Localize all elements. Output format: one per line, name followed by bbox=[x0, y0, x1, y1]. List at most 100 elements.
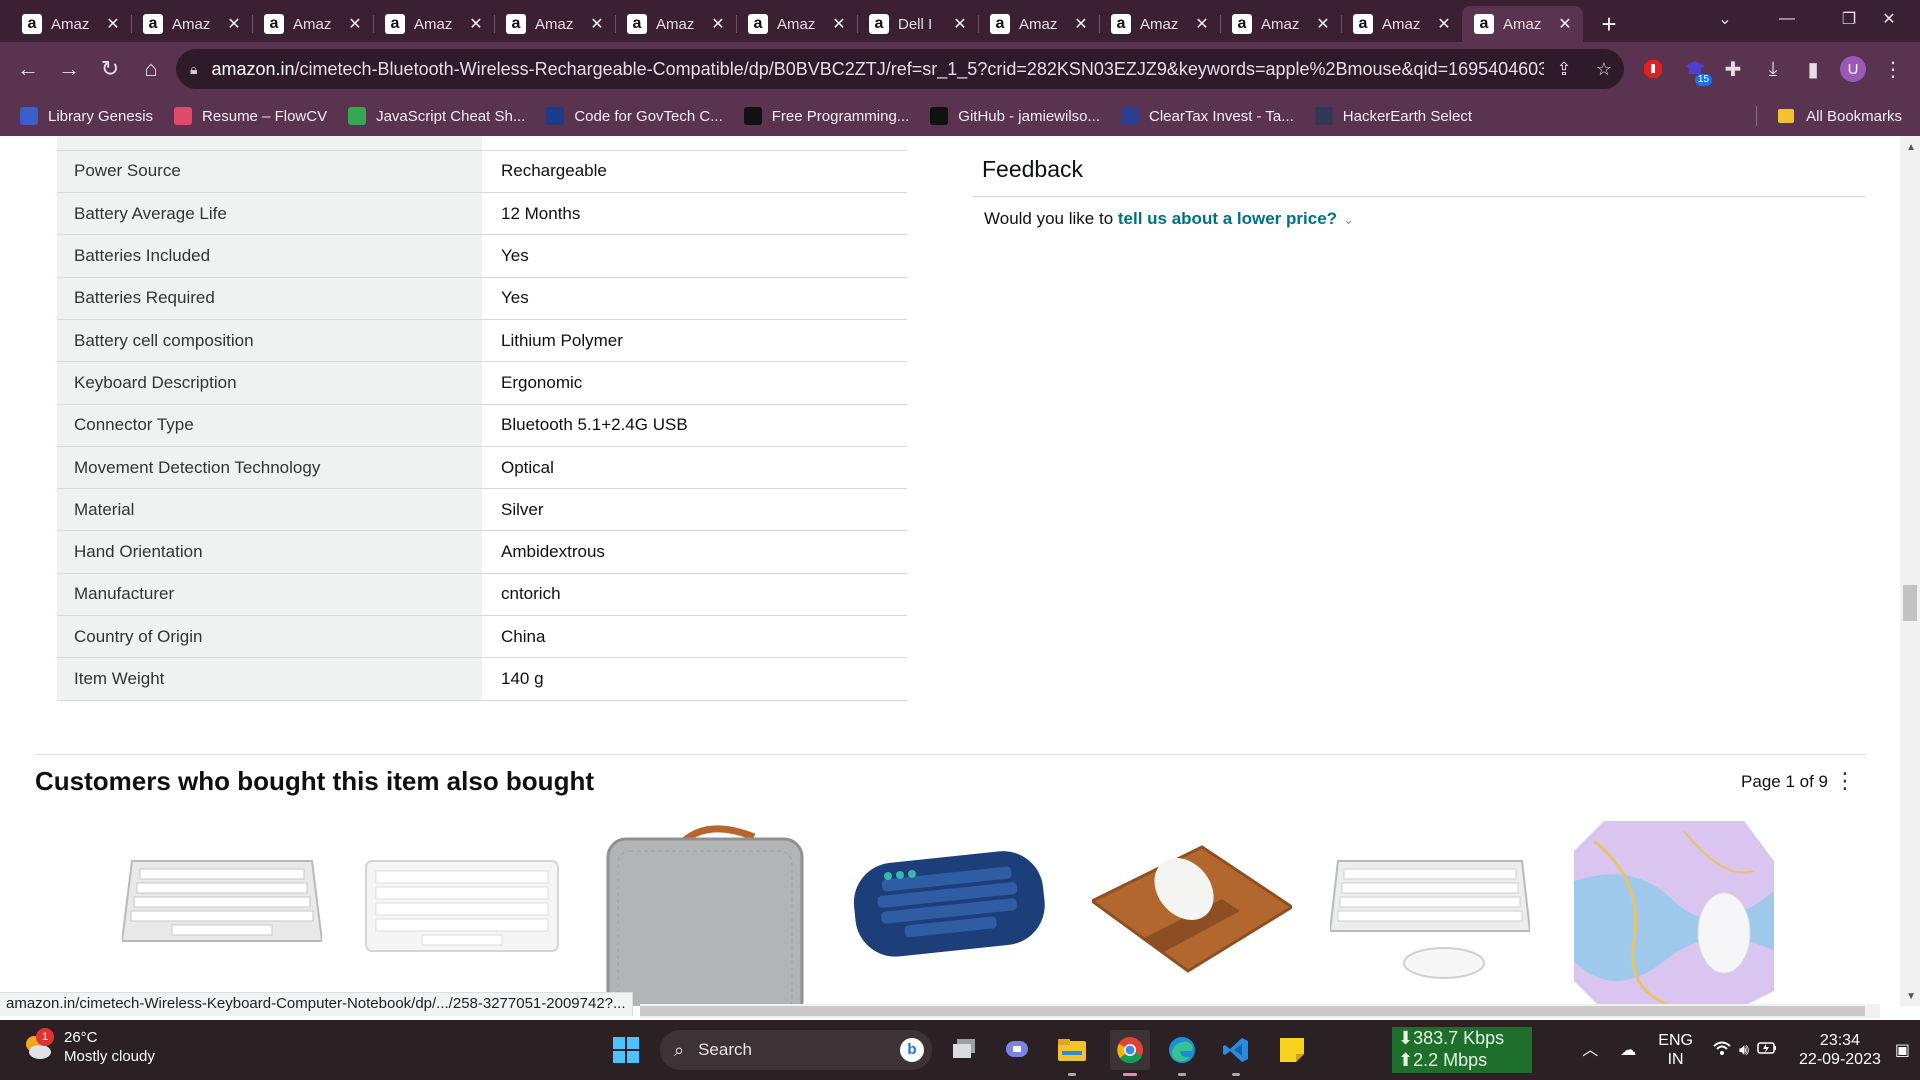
close-tab-icon[interactable]: ✕ bbox=[105, 14, 121, 34]
volume-icon[interactable]: 🔊︎ bbox=[1739, 1041, 1749, 1060]
bookmark-item[interactable]: Resume – FlowCV bbox=[174, 107, 327, 125]
lower-price-link[interactable]: tell us about a lower price? bbox=[1118, 209, 1337, 228]
bookmark-item[interactable]: ClearTax Invest - Ta... bbox=[1121, 107, 1294, 125]
bing-icon[interactable]: b bbox=[900, 1038, 924, 1062]
browser-tab[interactable]: a Amaz ✕ bbox=[1220, 6, 1341, 42]
white-keyboard-product-image[interactable] bbox=[362, 821, 562, 1006]
file-explorer-icon[interactable] bbox=[1056, 1034, 1088, 1076]
browser-tab[interactable]: a Amaz ✕ bbox=[252, 6, 373, 42]
url-text: amazon.in/cimetech-Bluetooth-Wireless-Re… bbox=[211, 58, 1544, 79]
notifications-icon[interactable]: ▣ bbox=[1895, 1041, 1910, 1060]
close-tab-icon[interactable]: ✕ bbox=[710, 14, 726, 34]
graduation-cap-extension-icon[interactable]: 15 bbox=[1678, 52, 1712, 86]
weather-widget[interactable]: 1 26°C Mostly cloudy bbox=[22, 1028, 155, 1066]
close-tab-icon[interactable]: ✕ bbox=[1557, 14, 1573, 34]
weather-alert-badge: 1 bbox=[36, 1028, 54, 1046]
chevron-down-icon[interactable]: ⌄ bbox=[1343, 212, 1354, 227]
bookmark-item[interactable]: Code for GovTech C... bbox=[546, 107, 723, 125]
close-tab-icon[interactable]: ✕ bbox=[1436, 14, 1452, 34]
browser-tab[interactable]: a Amaz ✕ bbox=[736, 6, 857, 42]
browser-tab[interactable]: a Amaz ✕ bbox=[373, 6, 494, 42]
close-tab-icon[interactable]: ✕ bbox=[589, 14, 605, 34]
close-tab-icon[interactable]: ✕ bbox=[952, 14, 968, 34]
browser-tab[interactable]: a Amaz ✕ bbox=[10, 6, 131, 42]
edge-icon[interactable] bbox=[1166, 1034, 1198, 1076]
bookmark-item[interactable]: GitHub - jamiewilso... bbox=[930, 107, 1100, 125]
scroll-up-arrow-icon[interactable]: ▲ bbox=[1906, 142, 1916, 153]
amazon-favicon-icon: a bbox=[22, 14, 42, 34]
teams-chat-icon[interactable] bbox=[1002, 1034, 1034, 1066]
vertical-scrollbar[interactable]: ▲ ▼ bbox=[1900, 136, 1920, 1006]
close-tab-icon[interactable]: ✕ bbox=[1194, 14, 1210, 34]
close-tab-icon[interactable]: ✕ bbox=[468, 14, 484, 34]
adblock-extension-icon[interactable] bbox=[1636, 52, 1670, 86]
silver-keyboard-product-image[interactable] bbox=[120, 821, 324, 1006]
bookmark-item[interactable]: Library Genesis bbox=[20, 107, 153, 125]
home-icon[interactable]: ⌂ bbox=[131, 49, 171, 89]
new-tab-button[interactable]: + bbox=[1587, 6, 1631, 42]
tab-search-chevron-icon[interactable]: ⌄ bbox=[1694, 0, 1756, 38]
scroll-down-arrow-icon[interactable]: ▼ bbox=[1906, 991, 1916, 1002]
library-icon bbox=[20, 107, 38, 125]
menu-kebab-icon[interactable]: ⋮ bbox=[1876, 52, 1910, 86]
clock[interactable]: 23:34 22-09-2023 bbox=[1799, 1031, 1881, 1069]
extensions-puzzle-icon[interactable]: ✚ bbox=[1716, 52, 1750, 86]
amazon-favicon-icon: a bbox=[143, 14, 163, 34]
language-indicator[interactable]: ENG IN bbox=[1658, 1031, 1693, 1069]
taskbar-search-box[interactable]: ⌕ Search b bbox=[660, 1030, 932, 1070]
close-window-icon[interactable]: ✕ bbox=[1858, 0, 1920, 38]
bookmark-item[interactable]: HackerEarth Select bbox=[1314, 107, 1472, 125]
address-bar[interactable]: 🔒︎ amazon.in/cimetech-Bluetooth-Wireless… bbox=[176, 49, 1624, 89]
blue-keyboard-product-image[interactable] bbox=[848, 821, 1048, 1006]
browser-tab[interactable]: a Dell I ✕ bbox=[857, 6, 978, 42]
close-tab-icon[interactable]: ✕ bbox=[347, 14, 363, 34]
divider bbox=[972, 196, 1866, 197]
close-tab-icon[interactable]: ✕ bbox=[1315, 14, 1331, 34]
bookmark-star-icon[interactable]: ☆ bbox=[1584, 59, 1624, 80]
spec-label: Item Weight bbox=[57, 657, 482, 701]
side-panel-icon[interactable]: ▮ bbox=[1796, 52, 1830, 86]
table-row: Material Silver bbox=[57, 488, 907, 532]
bookmark-item[interactable]: Free Programming... bbox=[743, 107, 910, 125]
minimize-icon[interactable]: — bbox=[1756, 0, 1818, 38]
chrome-icon[interactable] bbox=[1110, 1030, 1150, 1076]
windows-start-icon[interactable] bbox=[610, 1034, 642, 1066]
browser-tab[interactable]: a Amaz ✕ bbox=[978, 6, 1099, 42]
share-icon[interactable]: ⇪ bbox=[1544, 59, 1584, 80]
back-arrow-icon[interactable]: ← bbox=[8, 49, 48, 89]
close-tab-icon[interactable]: ✕ bbox=[831, 14, 847, 34]
onedrive-cloud-icon[interactable]: ☁ bbox=[1620, 1041, 1636, 1060]
forward-arrow-icon[interactable]: → bbox=[49, 49, 89, 89]
profile-button[interactable]: U bbox=[1836, 52, 1870, 86]
horizontal-scroll-thumb[interactable] bbox=[640, 1006, 1865, 1016]
table-row: Power Source Rechargeable bbox=[57, 150, 907, 194]
bookmark-item[interactable]: JavaScript Cheat Sh... bbox=[348, 107, 525, 125]
carousel-more-icon[interactable]: ⋮ bbox=[1834, 768, 1856, 794]
task-view-icon[interactable] bbox=[948, 1034, 980, 1066]
wifi-icon[interactable] bbox=[1713, 1041, 1731, 1060]
marble-mousepad-product-image[interactable] bbox=[1574, 821, 1774, 1006]
browser-tab[interactable]: a Amaz ✕ bbox=[1341, 6, 1462, 42]
reload-icon[interactable]: ↻ bbox=[90, 49, 130, 89]
battery-icon[interactable] bbox=[1757, 1041, 1777, 1060]
laptop-sleeve-product-image[interactable] bbox=[604, 821, 804, 1006]
product-details-table: Number of Items1Power SourceRechargeable… bbox=[57, 136, 907, 701]
all-bookmarks-button[interactable]: All Bookmarks bbox=[1756, 96, 1902, 136]
browser-tab[interactable]: a Amaz ✕ bbox=[1462, 6, 1583, 42]
sticky-notes-icon[interactable] bbox=[1276, 1034, 1308, 1066]
show-hidden-icons-chevron-icon[interactable]: ︿ bbox=[1582, 1041, 1598, 1060]
browser-tab[interactable]: a Amaz ✕ bbox=[131, 6, 252, 42]
downloads-icon[interactable]: ⤓ bbox=[1756, 52, 1790, 86]
browser-tab[interactable]: a Amaz ✕ bbox=[494, 6, 615, 42]
close-tab-icon[interactable]: ✕ bbox=[226, 14, 242, 34]
keyboard-mouse-combo-product-image[interactable] bbox=[1328, 821, 1532, 1006]
browser-tab[interactable]: a Amaz ✕ bbox=[1099, 6, 1220, 42]
close-tab-icon[interactable]: ✕ bbox=[1073, 14, 1089, 34]
site-info-lock-icon[interactable]: 🔒︎ bbox=[190, 61, 197, 78]
vscode-icon[interactable] bbox=[1220, 1034, 1252, 1076]
bookmark-label: Free Programming... bbox=[771, 107, 910, 125]
vertical-scroll-thumb[interactable] bbox=[1903, 585, 1917, 621]
network-speed-meter: ⬇383.7 Kbps ⬆2.2 Mbps bbox=[1392, 1027, 1532, 1073]
browser-tab[interactable]: a Amaz ✕ bbox=[615, 6, 736, 42]
leather-mousepad-product-image[interactable] bbox=[1089, 821, 1295, 1006]
